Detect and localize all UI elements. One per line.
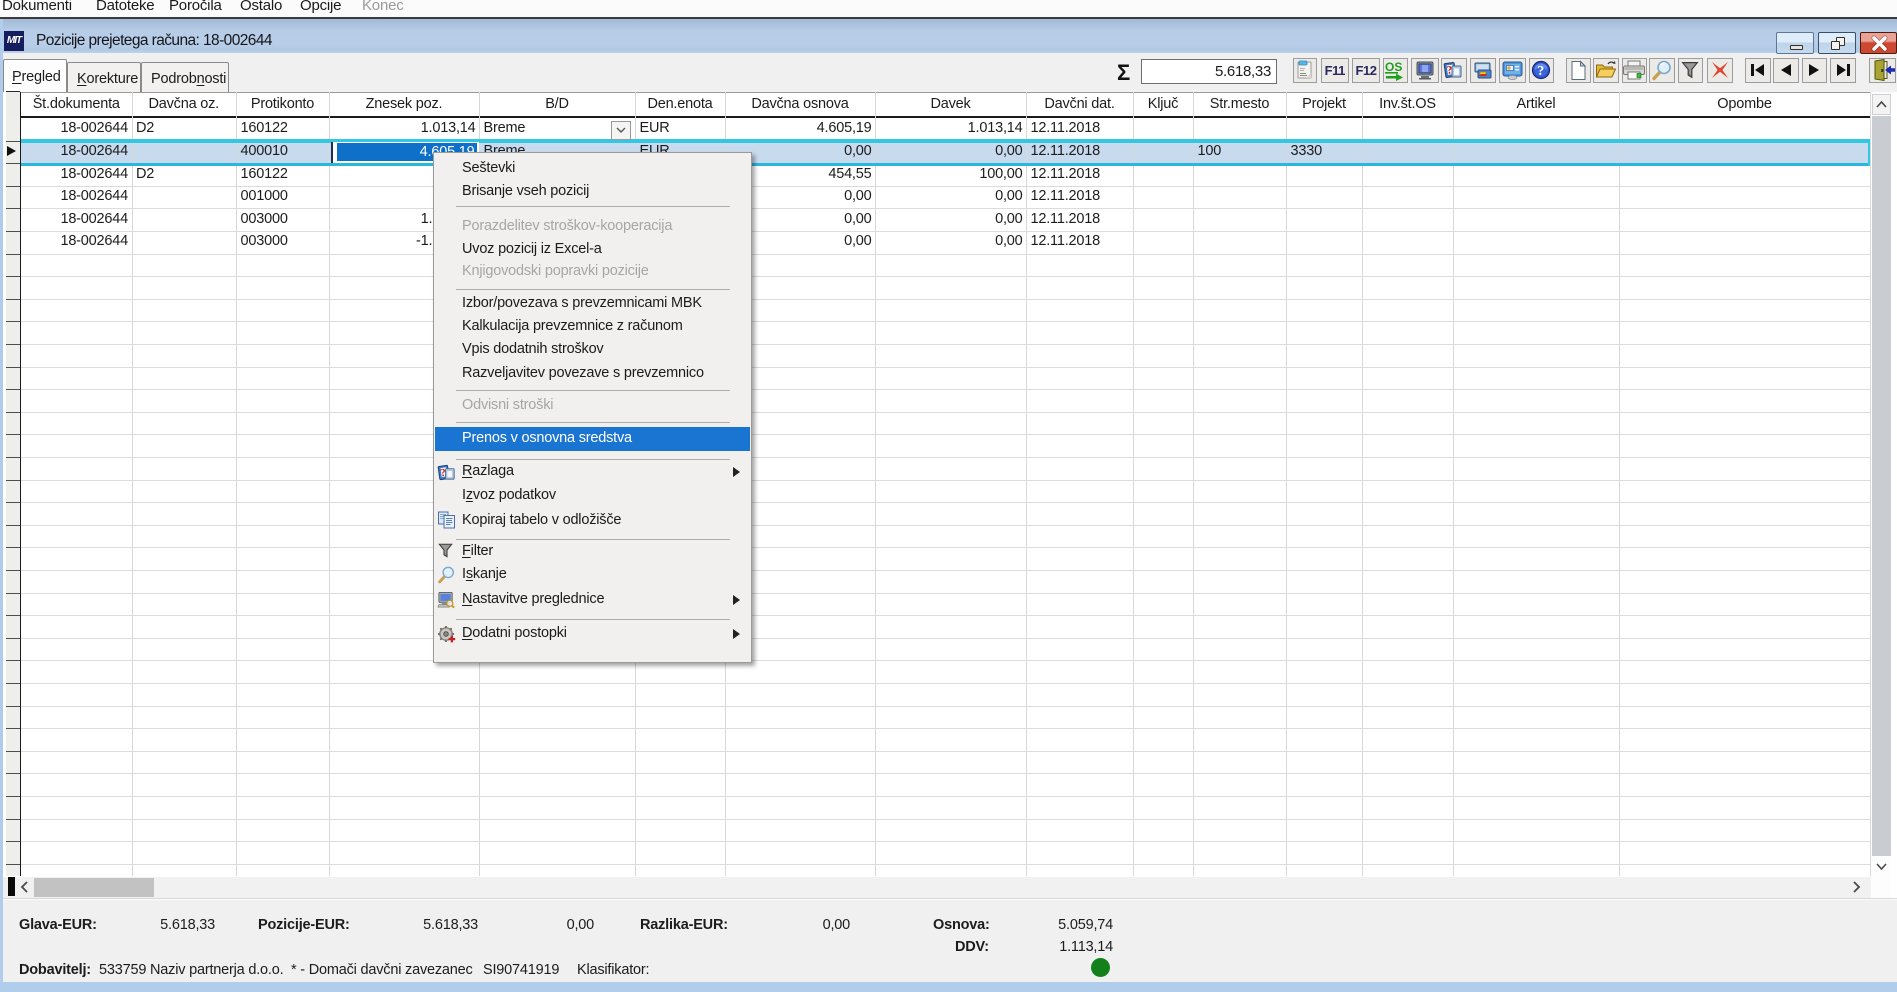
svg-text:OS: OS (1385, 60, 1402, 74)
svg-text:?: ? (1537, 64, 1544, 79)
